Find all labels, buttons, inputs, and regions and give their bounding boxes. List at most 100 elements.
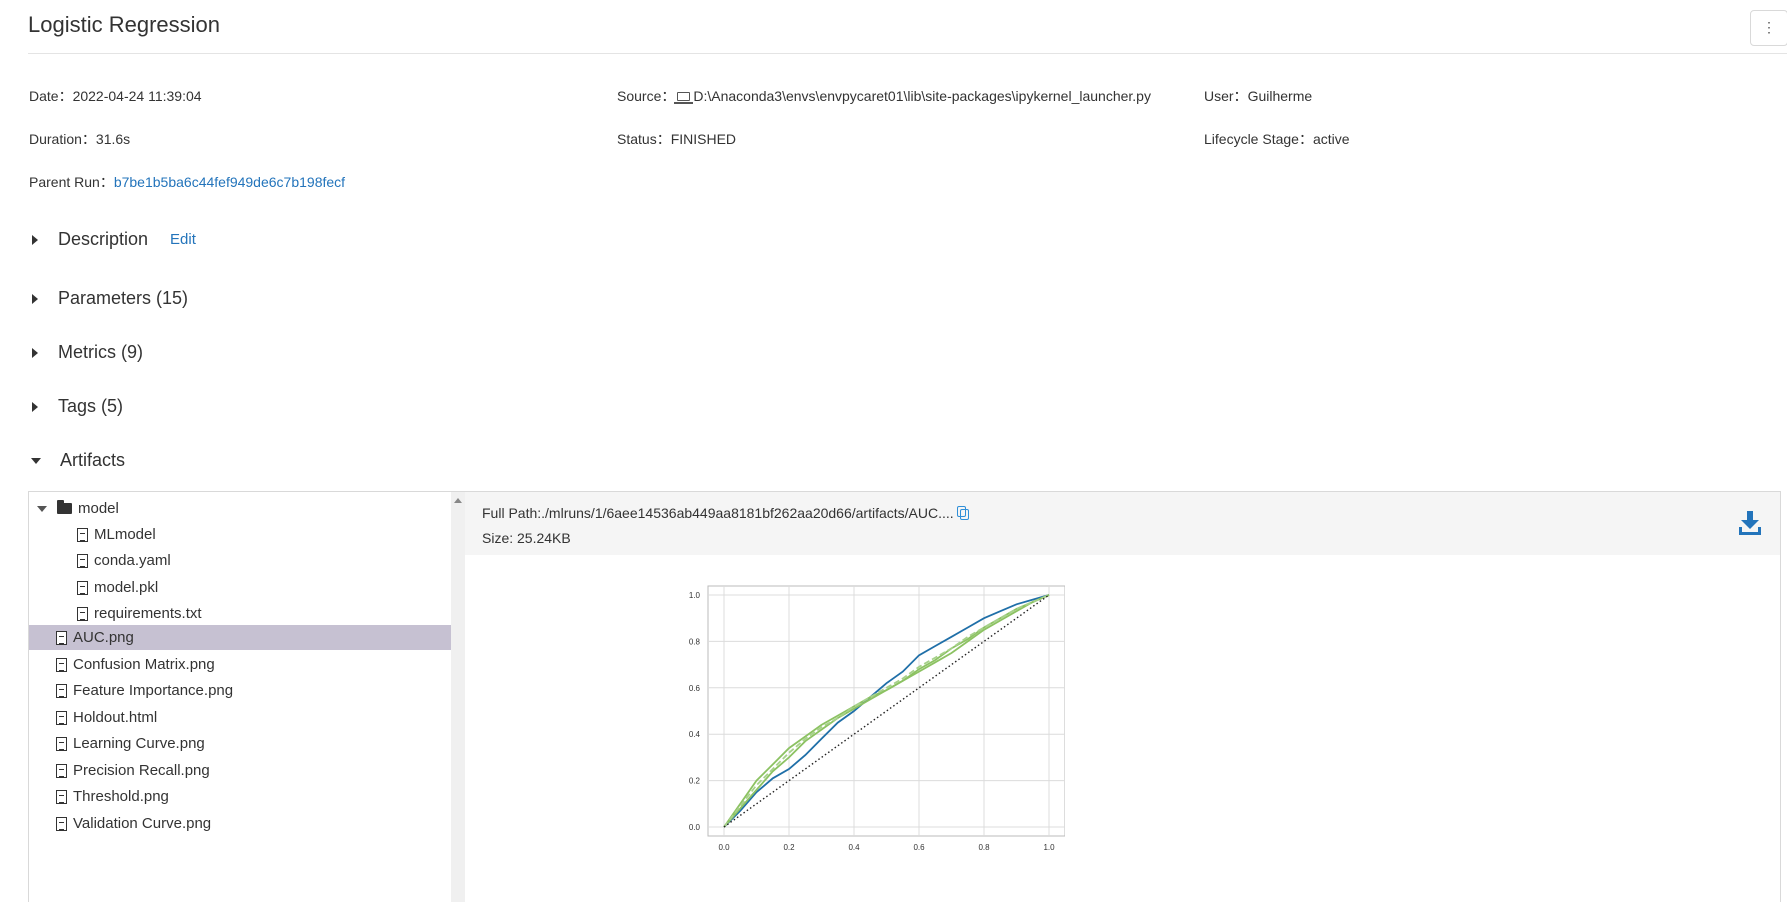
y-tick-label: 0.8: [689, 637, 701, 646]
copy-icon[interactable]: [956, 506, 969, 520]
artifacts-panel: model MLmodel conda.yaml model.pkl requi…: [28, 491, 1781, 902]
tree-item-label: Learning Curve.png: [73, 735, 205, 752]
lifecycle-field: Lifecycle Stage：active: [1204, 129, 1350, 149]
image-file-icon: [56, 789, 67, 804]
parent-run-link[interactable]: b7be1b5ba6c44fef949de6c7b198fecf: [114, 174, 345, 190]
date-value: 2022-04-24 11:39:04: [72, 88, 202, 104]
metrics-section[interactable]: Metrics (9): [28, 342, 143, 363]
tags-section[interactable]: Tags (5): [28, 396, 123, 417]
description-section[interactable]: Description Edit: [28, 229, 196, 250]
download-icon[interactable]: [1738, 510, 1762, 536]
x-tick-label: 0.4: [848, 843, 860, 852]
source-label: Source：: [617, 88, 676, 104]
tree-item[interactable]: Holdout.html: [29, 705, 451, 730]
tree-item[interactable]: Confusion Matrix.png: [29, 652, 451, 677]
tree-item-label: Validation Curve.png: [73, 815, 212, 832]
code-file-icon: [77, 606, 88, 621]
file-icon: [77, 527, 88, 542]
tree-item[interactable]: requirements.txt: [29, 601, 451, 626]
status-field: Status：FINISHED: [617, 129, 736, 149]
caret-right-icon: [32, 347, 38, 358]
x-tick-label: 0.8: [978, 843, 990, 852]
tree-item[interactable]: Precision Recall.png: [29, 758, 451, 783]
tree-item-label: MLmodel: [94, 526, 156, 543]
title-divider: [28, 53, 1787, 54]
laptop-icon: [674, 92, 694, 104]
duration-field: Duration：31.6s: [29, 129, 130, 149]
tree-item-label: AUC.png: [73, 629, 134, 646]
tree-item-label: Holdout.html: [73, 709, 158, 726]
y-tick-label: 0.6: [689, 684, 701, 693]
artifact-preview: Full Path:./mlruns/1/6aee14536ab449aa818…: [465, 492, 1780, 902]
duration-value: 31.6s: [95, 131, 131, 147]
tree-item-label: Confusion Matrix.png: [73, 656, 215, 673]
artifacts-section[interactable]: Artifacts: [28, 450, 125, 471]
tree-item[interactable]: Learning Curve.png: [29, 731, 451, 756]
tree-item[interactable]: conda.yaml: [29, 548, 451, 573]
image-file-icon: [56, 657, 67, 672]
x-tick-label: 0.0: [718, 843, 730, 852]
tree-item-label: Feature Importance.png: [73, 682, 234, 699]
plot-frame: [707, 585, 1065, 837]
tree-item-label: Precision Recall.png: [73, 762, 210, 779]
tree-item-label: model.pkl: [94, 579, 159, 596]
edit-description-link[interactable]: Edit: [170, 231, 196, 248]
more-menu-button[interactable]: ⋮: [1750, 10, 1787, 46]
y-tick-label: 0.0: [689, 823, 701, 832]
user-value: Guilherme: [1247, 88, 1313, 104]
tree-scrollbar[interactable]: [451, 492, 465, 902]
tree-item-selected[interactable]: AUC.png: [29, 625, 451, 650]
date-field: Date：2022-04-24 11:39:04: [29, 86, 202, 106]
tree-item[interactable]: Validation Curve.png: [29, 811, 451, 836]
code-file-icon: [77, 553, 88, 568]
image-file-icon: [56, 630, 67, 645]
duration-label: Duration：: [29, 131, 96, 147]
image-file-icon: [56, 736, 67, 751]
tree-item-label: model: [78, 500, 119, 517]
source-field: Source： D:\Anaconda3\envs\envpycaret01\li…: [617, 86, 1151, 106]
scroll-up-arrow-icon[interactable]: [454, 498, 462, 503]
y-tick-label: 0.4: [689, 730, 701, 739]
full-path-text: Full Path:./mlruns/1/6aee14536ab449aa818…: [482, 505, 954, 521]
artifact-tree: model MLmodel conda.yaml model.pkl requi…: [29, 492, 451, 902]
tags-heading: Tags (5): [58, 396, 124, 416]
file-icon: [56, 710, 67, 725]
preview-header: Full Path:./mlruns/1/6aee14536ab449aa818…: [465, 492, 1780, 555]
caret-right-icon: [32, 234, 38, 245]
parameters-section[interactable]: Parameters (15): [28, 288, 188, 309]
user-label: User：: [1204, 88, 1248, 104]
y-tick-label: 0.2: [689, 777, 701, 786]
user-field: User：Guilherme: [1204, 86, 1312, 106]
description-heading: Description: [58, 229, 149, 249]
image-file-icon: [56, 763, 67, 778]
lifecycle-value: active: [1312, 131, 1350, 147]
tree-item-label: Threshold.png: [73, 788, 169, 805]
image-file-icon: [56, 816, 67, 831]
y-tick-label: 1.0: [689, 591, 701, 600]
tree-item[interactable]: Feature Importance.png: [29, 678, 451, 703]
metrics-heading: Metrics (9): [58, 342, 143, 362]
x-tick-label: 1.0: [1043, 843, 1055, 852]
x-tick-label: 0.2: [783, 843, 795, 852]
caret-down-icon: [37, 505, 47, 512]
status-label: Status：: [617, 131, 671, 147]
folder-icon: [57, 500, 72, 514]
date-label: Date：: [29, 88, 73, 104]
caret-right-icon: [32, 401, 38, 412]
tree-item[interactable]: MLmodel: [29, 522, 451, 547]
source-value: D:\Anaconda3\envs\envpycaret01\lib\site-…: [693, 88, 1151, 104]
auc-chart: 0.0 0.2 0.4 0.6 0.8 1.0 0.0 0.2 0.4 0.6 0.8 1.0: [689, 585, 1065, 852]
tree-item-label: requirements.txt: [94, 605, 202, 622]
parent-run-field: Parent Run：b7be1b5ba6c44fef949de6c7b198f…: [29, 172, 345, 192]
tree-folder-model[interactable]: model: [29, 496, 451, 521]
artifacts-heading: Artifacts: [60, 450, 126, 470]
file-icon: [77, 580, 88, 595]
file-size: Size: 25.24KB: [482, 530, 571, 546]
caret-right-icon: [32, 293, 38, 304]
tree-item-label: conda.yaml: [94, 552, 171, 569]
tree-item[interactable]: model.pkl: [29, 575, 451, 600]
full-path-row: Full Path:./mlruns/1/6aee14536ab449aa818…: [482, 505, 969, 521]
page-title: Logistic Regression: [28, 12, 220, 37]
image-file-icon: [56, 683, 67, 698]
tree-item[interactable]: Threshold.png: [29, 784, 451, 809]
